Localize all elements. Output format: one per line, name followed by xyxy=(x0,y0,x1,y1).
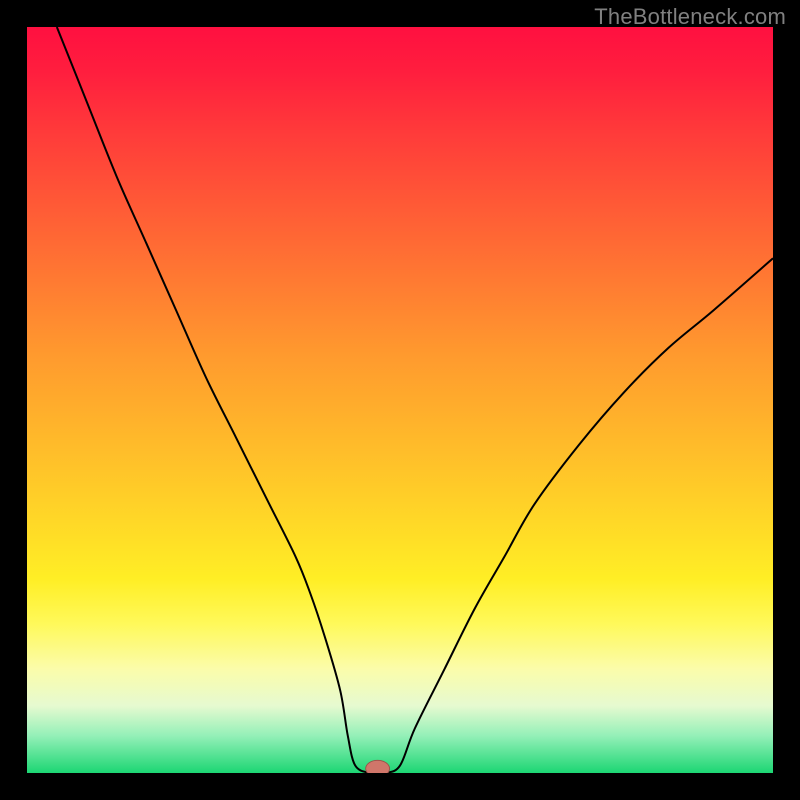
chart-frame: TheBottleneck.com xyxy=(0,0,800,800)
watermark-text: TheBottleneck.com xyxy=(594,4,786,30)
curve-svg xyxy=(27,27,773,773)
plot-area xyxy=(27,27,773,773)
bottleneck-marker xyxy=(366,760,390,773)
bottleneck-curve-path xyxy=(57,27,773,773)
